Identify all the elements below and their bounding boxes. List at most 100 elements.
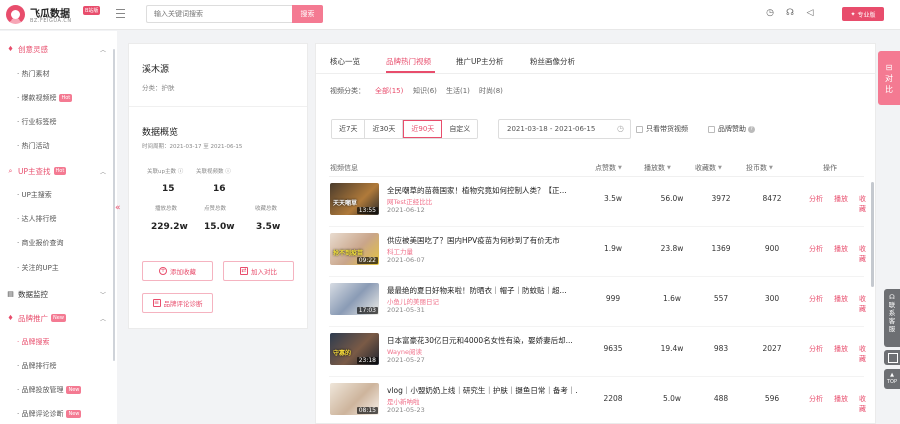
- tab-up-analysis[interactable]: 推广UP主分析: [456, 56, 504, 67]
- checkbox-box[interactable]: [636, 125, 643, 133]
- pro-version-button[interactable]: ✦ 专业版: [842, 7, 884, 21]
- range-30d-button[interactable]: 近30天: [365, 120, 404, 138]
- add-favorite-button[interactable]: + 添加收藏: [142, 261, 213, 281]
- range-custom-button[interactable]: 自定义: [442, 120, 478, 138]
- qrcode-icon[interactable]: [884, 350, 900, 365]
- video-author[interactable]: 是小新呐啦: [387, 396, 420, 406]
- checkbox-brand-sponsor[interactable]: 品牌赞助?: [708, 124, 755, 134]
- video-thumbnail[interactable]: 抢不到疫苗 09:22: [330, 233, 379, 265]
- checkbox-box[interactable]: [708, 125, 715, 133]
- video-title[interactable]: 最最绝的夏日好物来啦！防晒衣｜帽子｜防蚊贴｜超...: [387, 285, 577, 296]
- play-link[interactable]: 播放: [834, 194, 848, 204]
- feigua-logo-icon[interactable]: [6, 5, 25, 24]
- search-input[interactable]: [146, 5, 292, 23]
- category-option-life[interactable]: 生活(1): [446, 86, 470, 96]
- range-90d-button[interactable]: 近90天: [403, 120, 443, 138]
- play-link[interactable]: 播放: [834, 344, 848, 354]
- sidebar-item-followed[interactable]: · 关注的UP主: [17, 262, 59, 274]
- sidebar-item-industry-tags[interactable]: · 行业标签榜: [17, 116, 56, 128]
- date-range-text: 2021-03-18 - 2021-06-15: [507, 125, 596, 133]
- range-7d-button[interactable]: 近7天: [332, 120, 366, 138]
- logo-badge: B站版: [83, 6, 101, 15]
- collapse-sidebar-icon[interactable]: «: [115, 203, 121, 213]
- column-header-likes[interactable]: 点赞数 ▼: [595, 163, 622, 173]
- sidebar-item-hot-material[interactable]: · 热门素材: [17, 68, 49, 80]
- column-header-favs[interactable]: 收藏数 ▼: [695, 163, 722, 173]
- analyze-link[interactable]: 分析: [809, 344, 823, 354]
- add-compare-button[interactable]: ⇄ 加入对比: [223, 261, 294, 281]
- menu-toggle-icon[interactable]: [116, 9, 125, 18]
- button-label: 品牌评论诊断: [163, 300, 203, 308]
- item-label: UP主搜索: [21, 191, 52, 199]
- favorite-link[interactable]: 收藏: [859, 194, 866, 214]
- date-range-picker[interactable]: 2021-03-18 - 2021-06-15 ◷: [498, 119, 631, 139]
- sidebar-item-up-search[interactable]: · UP主搜索: [17, 189, 52, 201]
- video-thumbnail[interactable]: 天天嘲草 13:55: [330, 183, 379, 215]
- sidebar-item-quote[interactable]: · 商业报价查询: [17, 237, 63, 249]
- video-author[interactable]: 小鱼儿的美丽日记: [387, 296, 439, 306]
- favorite-link[interactable]: 收藏: [859, 344, 866, 364]
- table-row: 守寡的 23:18 日本富豪花30亿日元和4000名女性有染，娶娇妻后却... W…: [329, 327, 866, 377]
- sidebar-item-brand-campaign[interactable]: · 品牌投放管理 New: [17, 384, 82, 396]
- favorite-link[interactable]: 收藏: [859, 394, 866, 414]
- speaker-icon[interactable]: ◁: [805, 8, 815, 18]
- video-thumbnail[interactable]: 17:03: [330, 283, 379, 315]
- tab-overview[interactable]: 核心一览: [330, 56, 360, 67]
- brand-comment-diagnose-button[interactable]: ≡ 品牌评论诊断: [142, 293, 213, 313]
- video-thumbnail[interactable]: 08:15: [330, 383, 379, 415]
- item-label: 品牌评论诊断: [21, 410, 64, 418]
- play-link[interactable]: 播放: [834, 244, 848, 254]
- category-option-fashion[interactable]: 时尚(8): [479, 86, 503, 96]
- sidebar-item-brand-search[interactable]: · 品牌搜索: [17, 336, 49, 348]
- play-link[interactable]: 播放: [834, 394, 848, 404]
- analyze-link[interactable]: 分析: [809, 394, 823, 404]
- document-icon: ≡: [152, 299, 161, 307]
- favorite-link[interactable]: 收藏: [859, 294, 866, 314]
- coins-value: 900: [764, 244, 780, 253]
- analyze-link[interactable]: 分析: [809, 194, 823, 204]
- video-author[interactable]: 科工力量: [387, 246, 413, 256]
- play-link[interactable]: 播放: [834, 294, 848, 304]
- sidebar-item-brand-ranking[interactable]: · 品牌排行榜: [17, 360, 56, 372]
- sidebar-group-monitor[interactable]: ▤ 数据监控 ﹀: [6, 287, 106, 301]
- sidebar-group-brand[interactable]: ♦ 品牌推广 New ︿: [6, 311, 106, 325]
- search-button[interactable]: 搜索: [292, 5, 323, 23]
- contact-char: 服: [888, 325, 896, 333]
- sidebar-item-ranking[interactable]: · 达人排行榜: [17, 213, 56, 225]
- stat-value: 15: [162, 184, 175, 194]
- clock-icon[interactable]: ◷: [765, 8, 775, 18]
- video-title[interactable]: vlog｜小盟奶奶上线｜研究生｜护肤｜摄鱼日常｜备考｜...: [387, 385, 577, 396]
- video-author[interactable]: 网Test正经比比: [387, 196, 432, 206]
- tab-brand-hot-videos[interactable]: 品牌热门视频: [386, 56, 431, 67]
- analyze-link[interactable]: 分析: [809, 294, 823, 304]
- analyze-link[interactable]: 分析: [809, 244, 823, 254]
- video-title[interactable]: 日本富豪花30亿日元和4000名女性有染，娶娇妻后却...: [387, 335, 577, 346]
- back-to-top-button[interactable]: ▲ TOP: [884, 369, 900, 389]
- video-title[interactable]: 供应被美国吃了？国内HPV疫苗为何秒到了有价无市: [387, 235, 577, 246]
- sidebar-group-up-search[interactable]: ⌕ UP主查找 Hot ︿: [6, 164, 106, 178]
- video-author[interactable]: Wayne阅读: [387, 346, 422, 356]
- sidebar-item-viral-videos[interactable]: · 爆款视频榜 Hot: [17, 92, 73, 104]
- favorite-link[interactable]: 收藏: [859, 244, 866, 264]
- video-thumbnail[interactable]: 守寡的 23:18: [330, 333, 379, 365]
- category-option-knowledge[interactable]: 知识(6): [413, 86, 437, 96]
- compare-float-button[interactable]: ⊟ 对 比: [878, 51, 900, 105]
- help-icon[interactable]: ⓘ: [225, 169, 231, 175]
- column-header-coins[interactable]: 投币数 ▼: [746, 163, 773, 173]
- sidebar-item-brand-comment[interactable]: · 品牌评论诊断 New: [17, 408, 82, 420]
- video-title[interactable]: 全民嘲草的苗薇国家！植物究竟如何控制人类？【正...: [387, 185, 577, 196]
- contact-service-button[interactable]: ☊ 联 系 客 服: [884, 289, 900, 347]
- category-option-all[interactable]: 全部(15): [375, 86, 403, 96]
- help-icon[interactable]: ⓘ: [178, 169, 184, 175]
- table-scrollbar[interactable]: [871, 182, 874, 287]
- checkbox-sales-only[interactable]: 只看带货视频: [636, 124, 688, 134]
- headset-icon[interactable]: ☊: [785, 8, 795, 18]
- help-icon[interactable]: ?: [748, 125, 755, 133]
- tab-fans-profile[interactable]: 粉丝画像分析: [530, 56, 575, 67]
- sidebar-item-hot-activity[interactable]: · 热门活动: [17, 140, 49, 152]
- table-row: 天天嘲草 13:55 全民嘲草的苗薇国家！植物究竟如何控制人类？【正... 网Te…: [329, 177, 866, 227]
- stat-value: 15.0w: [204, 222, 235, 232]
- sidebar-group-creative[interactable]: ♦ 创意灵感 ︿: [6, 42, 106, 56]
- fire-icon: ♦: [7, 45, 14, 53]
- column-header-plays[interactable]: 播放数 ▼: [644, 163, 671, 173]
